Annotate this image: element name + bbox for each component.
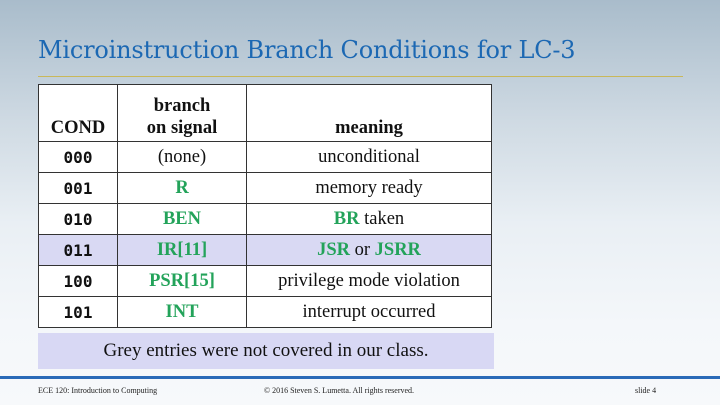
header-signal: branch on signal: [117, 84, 247, 142]
cell-signal: INT: [117, 296, 247, 328]
cell-meaning: unconditional: [246, 141, 492, 173]
cell-cond: 100: [38, 265, 118, 297]
table-header-row: COND branch on signal meaning: [38, 84, 492, 142]
cell-signal: R: [117, 172, 247, 204]
cell-signal: (none): [117, 141, 247, 173]
cell-cond: 010: [38, 203, 118, 235]
footer-copyright: © 2016 Steven S. Lumetta. All rights res…: [264, 386, 415, 395]
footer-divider: [0, 376, 720, 379]
header-signal-line2: on signal: [146, 118, 218, 138]
cell-meaning: BR taken: [246, 203, 492, 235]
cell-meaning: JSR or JSRR: [246, 234, 492, 266]
table-row: 101 INT interrupt occurred: [38, 296, 492, 328]
cell-signal: BEN: [117, 203, 247, 235]
table-row: 000 (none) unconditional: [38, 141, 492, 173]
cell-meaning: privilege mode violation: [246, 265, 492, 297]
header-meaning: meaning: [246, 84, 492, 142]
footer-course: ECE 120: Introduction to Computing: [38, 386, 158, 395]
branch-conditions-table: COND branch on signal meaning 000 (none)…: [38, 84, 492, 328]
cell-signal: PSR[15]: [117, 265, 247, 297]
meaning-keyword: JSR: [317, 239, 350, 260]
meaning-keyword: JSRR: [374, 239, 421, 260]
slide-title: Microinstruction Branch Conditions for L…: [38, 36, 576, 64]
note-box: Grey entries were not covered in our cla…: [38, 333, 494, 369]
table-row-grey: 011 IR[11] JSR or JSRR: [38, 234, 492, 266]
header-signal-line1: branch: [153, 96, 211, 116]
meaning-keyword: BR: [333, 208, 360, 229]
title-divider: [38, 76, 683, 77]
cell-meaning: memory ready: [246, 172, 492, 204]
cell-meaning: interrupt occurred: [246, 296, 492, 328]
meaning-text: taken: [359, 208, 405, 229]
table-row: 010 BEN BR taken: [38, 203, 492, 235]
cell-cond: 001: [38, 172, 118, 204]
table-row: 100 PSR[15] privilege mode violation: [38, 265, 492, 297]
header-cond: COND: [38, 84, 118, 142]
footer-slide-number: slide 4: [635, 386, 657, 395]
cell-signal: IR[11]: [117, 234, 247, 266]
meaning-text: or: [349, 239, 375, 260]
cell-cond: 011: [38, 234, 118, 266]
cell-cond: 101: [38, 296, 118, 328]
cell-cond: 000: [38, 141, 118, 173]
table-row: 001 R memory ready: [38, 172, 492, 204]
